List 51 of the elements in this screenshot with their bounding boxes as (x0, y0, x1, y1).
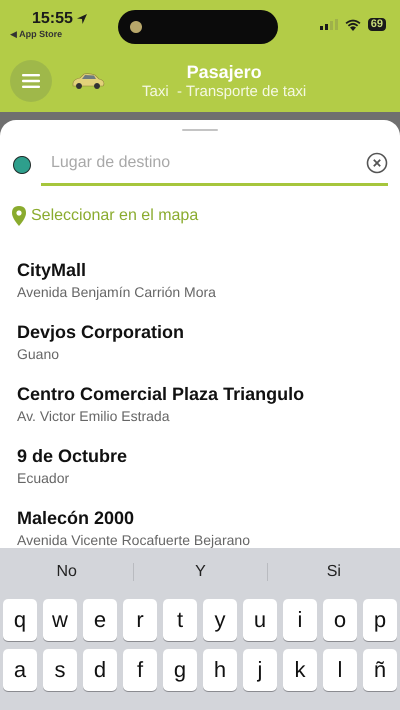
keyboard-key[interactable]: e (83, 599, 117, 641)
keyboard-key[interactable]: l (323, 649, 357, 691)
header-subtitle: Taxi - Transporte de taxi (142, 83, 306, 100)
word-suggestion[interactable]: No (0, 563, 134, 581)
keyboard-key[interactable]: i (283, 599, 317, 641)
keyboard-key[interactable]: f (123, 649, 157, 691)
signal-icon (320, 19, 338, 30)
keyboard-key[interactable]: a (3, 649, 37, 691)
keyboard-key[interactable]: t (163, 599, 197, 641)
keyboard-key[interactable]: r (123, 599, 157, 641)
keyboard-key[interactable]: j (243, 649, 277, 691)
word-suggestion[interactable]: Si (266, 563, 400, 581)
keyboard-key[interactable]: o (323, 599, 357, 641)
camera-icon (130, 21, 142, 33)
keyboard-key[interactable]: g (163, 649, 197, 691)
place-name[interactable]: Malecón 2000 (17, 508, 400, 529)
place-name[interactable]: Centro Comercial Plaza Triangulo (17, 384, 400, 405)
keyboard-key[interactable]: h (203, 649, 237, 691)
keyboard-key[interactable]: w (43, 599, 77, 641)
destination-dot-icon (13, 156, 31, 174)
keyboard-key[interactable]: k (283, 649, 317, 691)
menu-button[interactable] (10, 60, 52, 102)
place-name[interactable]: 9 de Octubre (17, 446, 400, 467)
keyboard-key[interactable]: q (3, 599, 37, 641)
keyboard-key[interactable]: d (83, 649, 117, 691)
destination-field[interactable]: Lugar de destino (49, 153, 358, 173)
keyboard-key[interactable]: p (363, 599, 397, 641)
keyboard-key[interactable]: y (203, 599, 237, 641)
battery-level: 69 (368, 18, 386, 31)
place-address: Ecuador (17, 470, 70, 486)
place-name[interactable]: Devjos Corporation (17, 322, 400, 343)
clock-time: 15:55 (32, 10, 73, 28)
back-to-app-link[interactable]: ◀ App Store (10, 29, 110, 40)
close-icon (366, 152, 388, 174)
place-address: Av. Victor Emilio Estrada (17, 408, 171, 424)
menu-icon (22, 74, 40, 88)
place-address: Avenida Vicente Rocafuerte Bejarano (17, 532, 251, 548)
place-address: Avenida Benjamín Carrión Mora (17, 284, 217, 300)
taxi-car-icon (70, 72, 106, 90)
location-arrow-icon (76, 13, 88, 25)
keyboard-key[interactable]: u (243, 599, 277, 641)
keyboard-key[interactable]: s (43, 649, 77, 691)
word-suggestion[interactable]: Y (133, 563, 267, 581)
place-address: Guano (17, 346, 60, 362)
wifi-icon (344, 18, 361, 30)
header-title: Pasajero (186, 62, 262, 83)
map-pin-icon (12, 206, 26, 226)
clear-button[interactable] (366, 152, 388, 174)
drag-handle[interactable] (182, 129, 218, 131)
keyboard-key[interactable]: ñ (363, 649, 397, 691)
place-name[interactable]: CityMall (17, 260, 400, 281)
